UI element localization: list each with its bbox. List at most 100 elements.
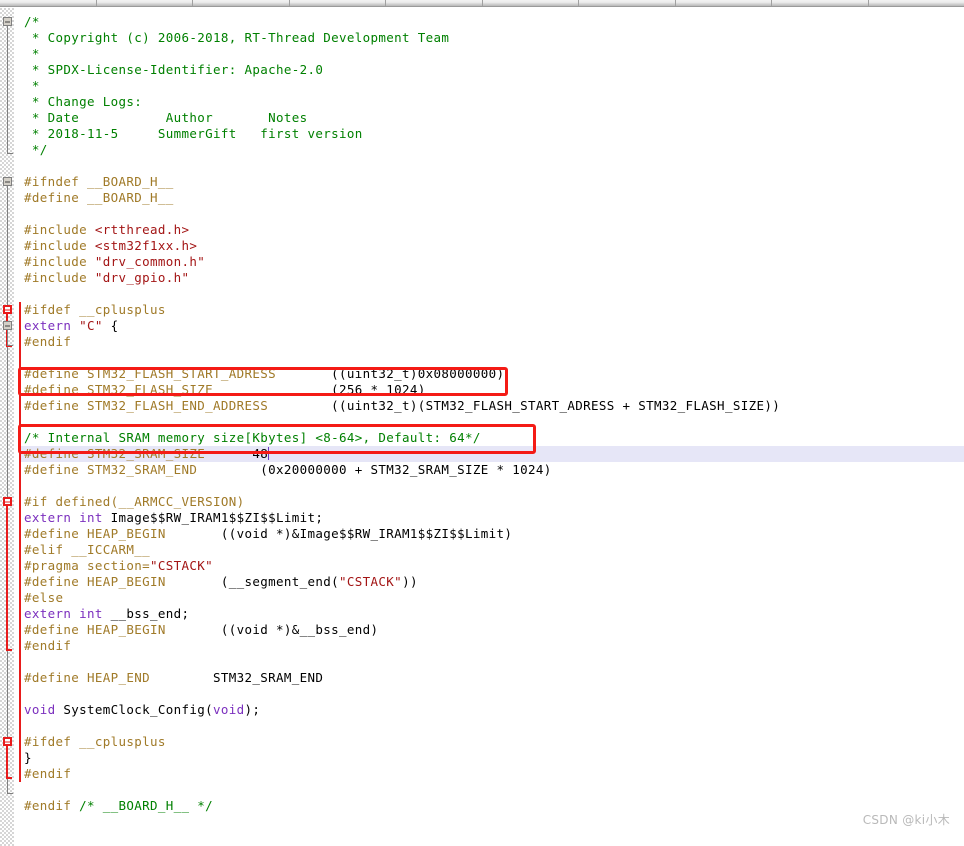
code-token-comment: * Change Logs: xyxy=(24,94,143,109)
code-token-preprocessor: #include xyxy=(24,222,95,237)
code-line[interactable]: #define STM32_FLASH_END_ADDRESS ((uint32… xyxy=(24,398,780,414)
code-token-plain: __bss_end; xyxy=(110,606,190,621)
code-token-string: <stm32f1xx.h> xyxy=(94,238,198,253)
code-line[interactable]: * xyxy=(24,78,40,94)
code-surface[interactable]: /* * Copyright (c) 2006-2018, RT-Thread … xyxy=(0,8,964,846)
code-line[interactable]: #define HEAP_BEGIN ((void *)&__bss_end) xyxy=(24,622,378,638)
code-line[interactable]: #elif __ICCARM__ xyxy=(24,542,150,558)
code-line[interactable]: #ifdef __cplusplus xyxy=(24,734,166,750)
code-line[interactable]: * Date Author Notes xyxy=(24,110,308,126)
code-token-preprocessor: #else xyxy=(24,590,64,605)
code-token-string: "drv_gpio.h" xyxy=(94,270,190,285)
watermark: CSDN @ki小木 xyxy=(862,813,950,827)
code-line[interactable]: extern int __bss_end; xyxy=(24,606,189,622)
code-token-preprocessor: #define __BOARD_H__ xyxy=(24,190,174,205)
code-token-preprocessor: #ifdef __cplusplus xyxy=(24,302,166,317)
code-token-comment: * Date Author Notes xyxy=(24,110,308,125)
code-token-string: <rtthread.h> xyxy=(94,222,190,237)
code-token-plain: (__segment_end( xyxy=(220,574,340,589)
toolbar-segment[interactable] xyxy=(483,0,579,6)
code-line[interactable]: * SPDX-License-Identifier: Apache-2.0 xyxy=(24,62,323,78)
code-token-preprocessor: #endif xyxy=(24,766,72,781)
code-token-plain: (256 * 1024) xyxy=(331,382,426,397)
code-token-plain: SystemClock_Config( xyxy=(63,702,214,717)
code-token-plain: ((void *)&Image$$RW_IRAM1$$ZI$$Limit) xyxy=(220,526,513,541)
code-line[interactable]: * Copyright (c) 2006-2018, RT-Thread Dev… xyxy=(24,30,449,46)
code-line[interactable]: #include <rtthread.h> xyxy=(24,222,189,238)
code-token-keyword: void xyxy=(24,702,64,717)
code-line[interactable]: } xyxy=(24,750,32,766)
code-line[interactable]: #define STM32_FLASH_START_ADRESS ((uint3… xyxy=(24,366,504,382)
toolbar-segment[interactable] xyxy=(676,0,772,6)
code-token-keyword: extern xyxy=(24,606,80,621)
code-token-comment: /* xyxy=(24,14,40,29)
code-line[interactable]: extern int Image$$RW_IRAM1$$ZI$$Limit; xyxy=(24,510,323,526)
code-token-string: "C" xyxy=(79,318,111,333)
code-line[interactable]: #define __BOARD_H__ xyxy=(24,190,174,206)
code-line[interactable]: #include <stm32f1xx.h> xyxy=(24,238,197,254)
toolbar-segment[interactable] xyxy=(772,0,868,6)
code-line[interactable]: extern "C" { xyxy=(24,318,119,334)
code-token-plain: ((uint32_t)0x08000000) xyxy=(331,366,505,381)
code-token-comment: * xyxy=(24,46,40,61)
code-line[interactable]: #include "drv_gpio.h" xyxy=(24,270,189,286)
code-line[interactable]: #endif xyxy=(24,766,71,782)
code-line[interactable]: #ifdef __cplusplus xyxy=(24,302,166,318)
code-line[interactable]: */ xyxy=(24,142,48,158)
toolbar-strip[interactable] xyxy=(0,0,964,7)
toolbar-segment[interactable] xyxy=(386,0,482,6)
code-token-comment: * SPDX-License-Identifier: Apache-2.0 xyxy=(24,62,324,77)
code-token-preprocessor: #endif xyxy=(24,798,80,813)
code-token-plain: (0x20000000 + STM32_SRAM_SIZE * 1024) xyxy=(260,462,552,477)
code-line[interactable]: /* Internal SRAM memory size[Kbytes] <8-… xyxy=(24,430,481,446)
code-token-keyword: int xyxy=(79,606,111,621)
toolbar-segment[interactable] xyxy=(579,0,675,6)
toolbar-segment[interactable] xyxy=(97,0,193,6)
code-token-string: "CSTACK" xyxy=(150,558,214,573)
code-line[interactable]: * 2018-11-5 SummerGift first version xyxy=(24,126,363,142)
code-token-preprocessor: #define STM32_FLASH_SIZE xyxy=(24,382,332,397)
code-line[interactable]: #define HEAP_BEGIN ((void *)&Image$$RW_I… xyxy=(24,526,512,542)
code-line[interactable]: void SystemClock_Config(void); xyxy=(24,702,260,718)
toolbar-segment[interactable] xyxy=(0,0,96,6)
code-line[interactable]: #pragma section="CSTACK" xyxy=(24,558,213,574)
code-line[interactable]: #else xyxy=(24,590,63,606)
code-token-keyword: extern xyxy=(24,510,80,525)
code-token-preprocessor: #include xyxy=(24,270,95,285)
code-token-preprocessor: #define HEAP_BEGIN xyxy=(24,574,221,589)
code-line[interactable]: #define STM32_FLASH_SIZE (256 * 1024) xyxy=(24,382,426,398)
code-token-comment: */ xyxy=(24,142,48,157)
code-line[interactable]: #endif xyxy=(24,638,71,654)
code-line[interactable]: #define STM32_SRAM_SIZE 48 xyxy=(24,446,270,462)
code-token-preprocessor: #include xyxy=(24,254,95,269)
code-line[interactable]: #endif xyxy=(24,334,71,350)
toolbar-segment[interactable] xyxy=(193,0,289,6)
code-token-preprocessor: #define STM32_SRAM_END xyxy=(24,462,261,477)
code-token-preprocessor: #ifdef __cplusplus xyxy=(24,734,166,749)
code-token-preprocessor: #define STM32_FLASH_END_ADDRESS xyxy=(24,398,332,413)
text-caret xyxy=(268,447,270,460)
code-line[interactable]: /* xyxy=(24,14,40,30)
code-token-keyword: int xyxy=(79,510,111,525)
code-token-comment: * Copyright (c) 2006-2018, RT-Thread Dev… xyxy=(24,30,450,45)
code-token-plain: ((uint32_t)(STM32_FLASH_START_ADRESS + S… xyxy=(331,398,781,413)
code-line[interactable]: #define HEAP_BEGIN (__segment_end("CSTAC… xyxy=(24,574,418,590)
toolbar-segment[interactable] xyxy=(290,0,386,6)
code-line[interactable]: #endif /* __BOARD_H__ */ xyxy=(24,798,213,814)
code-line[interactable]: #ifndef __BOARD_H__ xyxy=(24,174,174,190)
code-line[interactable]: #define HEAP_END STM32_SRAM_END xyxy=(24,670,323,686)
code-token-string: "CSTACK" xyxy=(339,574,403,589)
code-line[interactable]: * Change Logs: xyxy=(24,94,142,110)
code-editor[interactable]: /* * Copyright (c) 2006-2018, RT-Thread … xyxy=(0,8,964,846)
toolbar-segment[interactable] xyxy=(869,0,964,6)
code-token-preprocessor: #endif xyxy=(24,638,72,653)
code-token-comment: /* Internal SRAM memory size[Kbytes] <8-… xyxy=(24,430,481,445)
code-line[interactable]: #if defined(__ARMCC_VERSION) xyxy=(24,494,245,510)
code-token-preprocessor: #if defined(__ARMCC_VERSION) xyxy=(24,494,245,509)
code-token-plain: ); xyxy=(244,702,261,717)
code-line[interactable]: * xyxy=(24,46,40,62)
code-token-string: "drv_common.h" xyxy=(94,254,206,269)
code-token-preprocessor: #define STM32_SRAM_SIZE xyxy=(24,446,253,461)
code-line[interactable]: #define STM32_SRAM_END (0x20000000 + STM… xyxy=(24,462,552,478)
code-line[interactable]: #include "drv_common.h" xyxy=(24,254,205,270)
